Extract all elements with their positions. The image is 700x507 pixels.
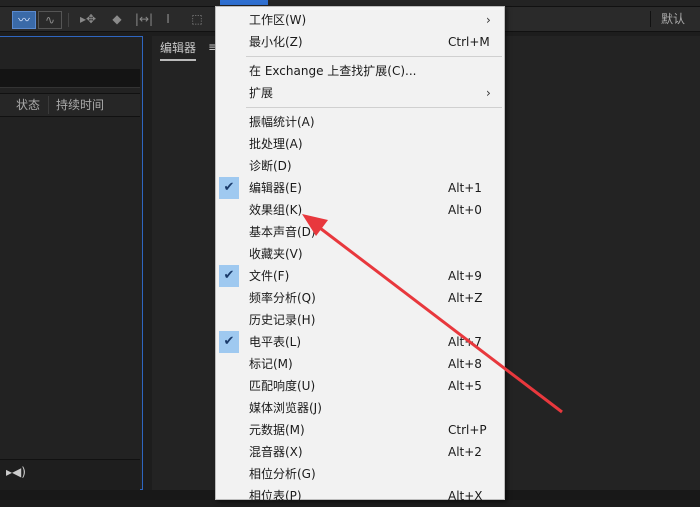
arrow-shaft <box>315 223 563 414</box>
annotation-arrow <box>302 214 563 414</box>
